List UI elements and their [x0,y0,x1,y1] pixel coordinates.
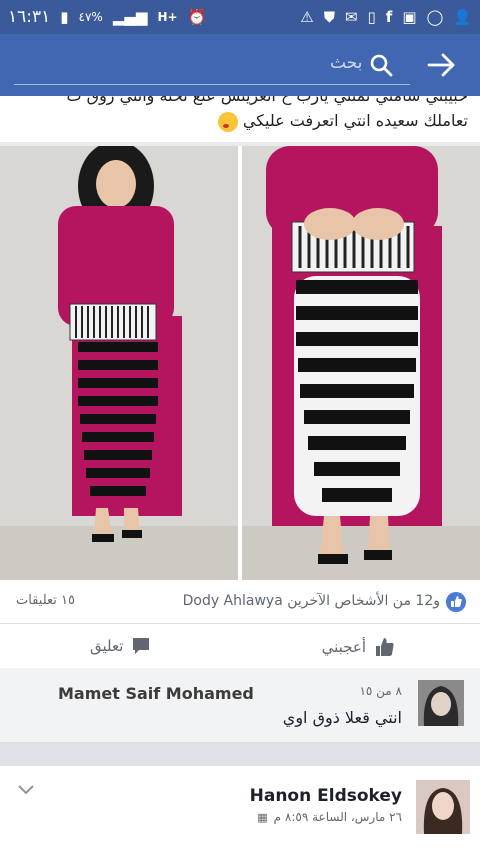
action-bar: أعجبني تعليق [0,624,480,668]
comment-label: تعليق [90,637,124,655]
warning-icon: ⚠ [300,7,314,26]
next-post-author[interactable]: Hanon Eldsokey [250,786,402,806]
whatsapp-icon: ◯ [426,7,444,26]
messenger-icon: ✉ [344,7,358,26]
comment-author[interactable]: Mamet Saif Mohamed [58,684,254,703]
alarm-icon: ⏰ [187,7,207,26]
reactions-row[interactable]: و12 من الأشخاص الآخرين Dody Ahlawya ١٥ ت… [0,580,480,624]
status-bar: ١٦:٣١ ▮ ٤٧% ▂▄▆ H+ ⏰ ⚠ ⛊ ✉ ▯ f ▣ ◯ 👤 [0,0,480,34]
post-text: حبيبتي شامتي تمتتي يارب ح انعريتس عنع تح… [0,96,480,142]
globe-icon: ▦ [257,810,268,824]
next-post-header: Hanon Eldsokey ٢٦ مارس، الساعة ٨:٥٩ م ▦ [0,766,480,853]
image-icon: ▣ [402,7,417,26]
signal-icon: ▂▄▆ [112,7,148,26]
like-reaction-icon [446,592,466,612]
search-underline [14,84,410,85]
battery-percent: ٤٧% [78,10,103,24]
next-post-meta: ٢٦ مارس، الساعة ٨:٥٩ م ▦ [257,810,402,824]
post-card: حبيبتي شامتي تمتتي يارب ح انعريتس عنع تح… [0,96,480,142]
reactions-summary[interactable]: و12 من الأشخاص الآخرين Dody Ahlawya [183,593,440,609]
thumbs-up-icon [376,638,394,656]
comment-icon [133,638,150,654]
like-button[interactable]: أعجبني [322,636,396,658]
feed-separator [0,742,480,766]
comment-item[interactable]: Mamet Saif Mohamed ٨ من ١٥ انتي قعلا ذوق… [0,668,480,742]
comment-text: انتي قعلا ذوق اوي [282,708,402,727]
comment-button[interactable]: تعليق [90,636,151,656]
next-post-time[interactable]: ٢٦ مارس، الساعة ٨:٥٩ م [274,810,402,824]
post-text-line-2: تعاملك سعيده انتي اتعرفت عليكي [212,109,468,133]
avatar[interactable] [416,780,470,834]
chevron-down-icon[interactable] [18,784,34,796]
app-bar: بحث [0,34,480,96]
post-text-line-1: حبيبتي شامتي تمتتي يارب ح انعريتس عنع تح… [67,96,468,108]
post-photo[interactable] [0,146,480,580]
avatar[interactable] [418,680,464,726]
network-type: H+ [157,10,178,24]
cup-icon: ▯ [367,7,376,26]
search-input[interactable]: بحث [330,53,362,73]
shield-icon: ⛊ [323,7,335,26]
comments-count[interactable]: ١٥ تعليقات [16,593,75,608]
avatar-image [416,780,470,834]
search-icon[interactable] [368,52,394,78]
add-friend-icon: 👤 [453,7,472,26]
avatar-image [418,680,464,726]
back-arrow-icon[interactable] [424,48,458,82]
kiss-emoji-icon [217,111,238,132]
facebook-icon: f [385,7,393,26]
like-label: أعجبني [321,638,366,656]
photo-divider [238,146,242,580]
status-time: ١٦:٣١ [8,7,51,27]
post-text-line-2-content: تعاملك سعيده انتي اتعرفت عليكي [242,111,468,130]
battery-icon: ▮ [60,7,69,26]
comment-time: ٨ من ١٥ [359,684,402,698]
